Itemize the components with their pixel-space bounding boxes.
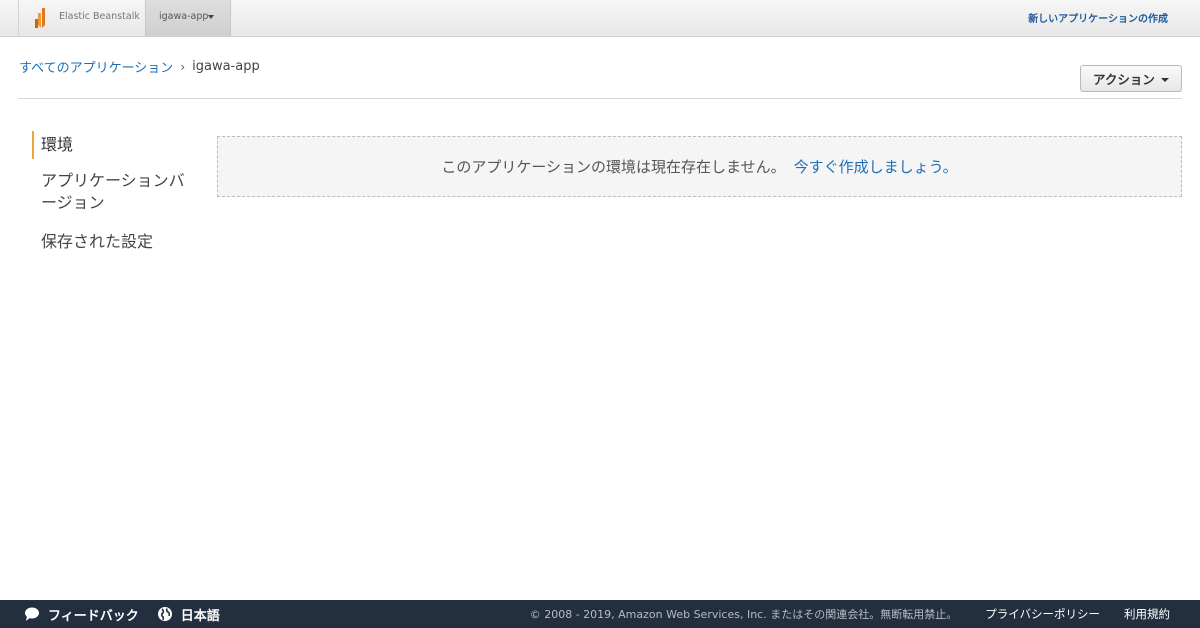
footer: フィードバック 日本語 © 2008 - 2019, Amazon Web Se…: [0, 600, 1200, 628]
elastic-beanstalk-icon: [35, 8, 45, 28]
terms-of-use-link[interactable]: 利用規約: [1124, 606, 1170, 622]
service-name: Elastic Beanstalk: [59, 11, 140, 22]
footer-right: © 2008 - 2019, Amazon Web Services, Inc.…: [530, 600, 1170, 628]
footer-left: フィードバック 日本語: [24, 600, 220, 628]
header-divider: [18, 98, 1182, 99]
privacy-policy-link[interactable]: プライバシーポリシー: [985, 606, 1100, 622]
sidenav-item-label: 環境: [41, 135, 74, 154]
breadcrumb: すべてのアプリケーション › igawa-app: [19, 57, 260, 76]
breadcrumb-separator: ›: [180, 59, 186, 74]
empty-state-message: このアプリケーションの環境は現在存在しません。: [441, 158, 786, 176]
empty-environments-panel: このアプリケーションの環境は現在存在しません。 今すぐ作成しましょう。: [217, 136, 1182, 197]
breadcrumb-current-app: igawa-app: [192, 59, 260, 74]
create-environment-link[interactable]: 今すぐ作成しましょう。: [794, 156, 958, 177]
application-selector[interactable]: igawa-app: [145, 0, 231, 36]
actions-button-label: アクション: [1093, 73, 1155, 87]
feedback-button[interactable]: フィードバック: [24, 605, 139, 624]
caret-down-icon: [1160, 77, 1169, 82]
chevron-down-icon: [208, 15, 214, 19]
speech-bubble-icon: [25, 607, 39, 621]
sidenav-item-saved-configurations[interactable]: 保存された設定: [32, 231, 153, 253]
breadcrumb-all-applications[interactable]: すべてのアプリケーション: [19, 57, 173, 76]
sidenav-item-label: 保存された設定: [41, 232, 154, 251]
sidenav-item-label: アプリケーションバージョン: [41, 171, 185, 212]
globe-icon: [157, 607, 172, 621]
language-selector[interactable]: 日本語: [157, 605, 220, 624]
language-label: 日本語: [180, 608, 220, 624]
actions-button[interactable]: アクション: [1080, 65, 1182, 92]
create-application-link[interactable]: 新しいアプリケーションの作成: [1028, 10, 1168, 25]
service-brand[interactable]: Elastic Beanstalk: [18, 0, 144, 36]
application-selector-label: igawa-app: [159, 11, 209, 22]
sidenav-item-environments[interactable]: 環境: [32, 131, 73, 159]
top-navbar: Elastic Beanstalk igawa-app 新しいアプリケーションの…: [0, 0, 1200, 37]
feedback-label: フィードバック: [48, 608, 139, 624]
sidenav-item-application-versions[interactable]: アプリケーションバージョン: [32, 170, 192, 214]
copyright-text: © 2008 - 2019, Amazon Web Services, Inc.…: [529, 608, 958, 621]
